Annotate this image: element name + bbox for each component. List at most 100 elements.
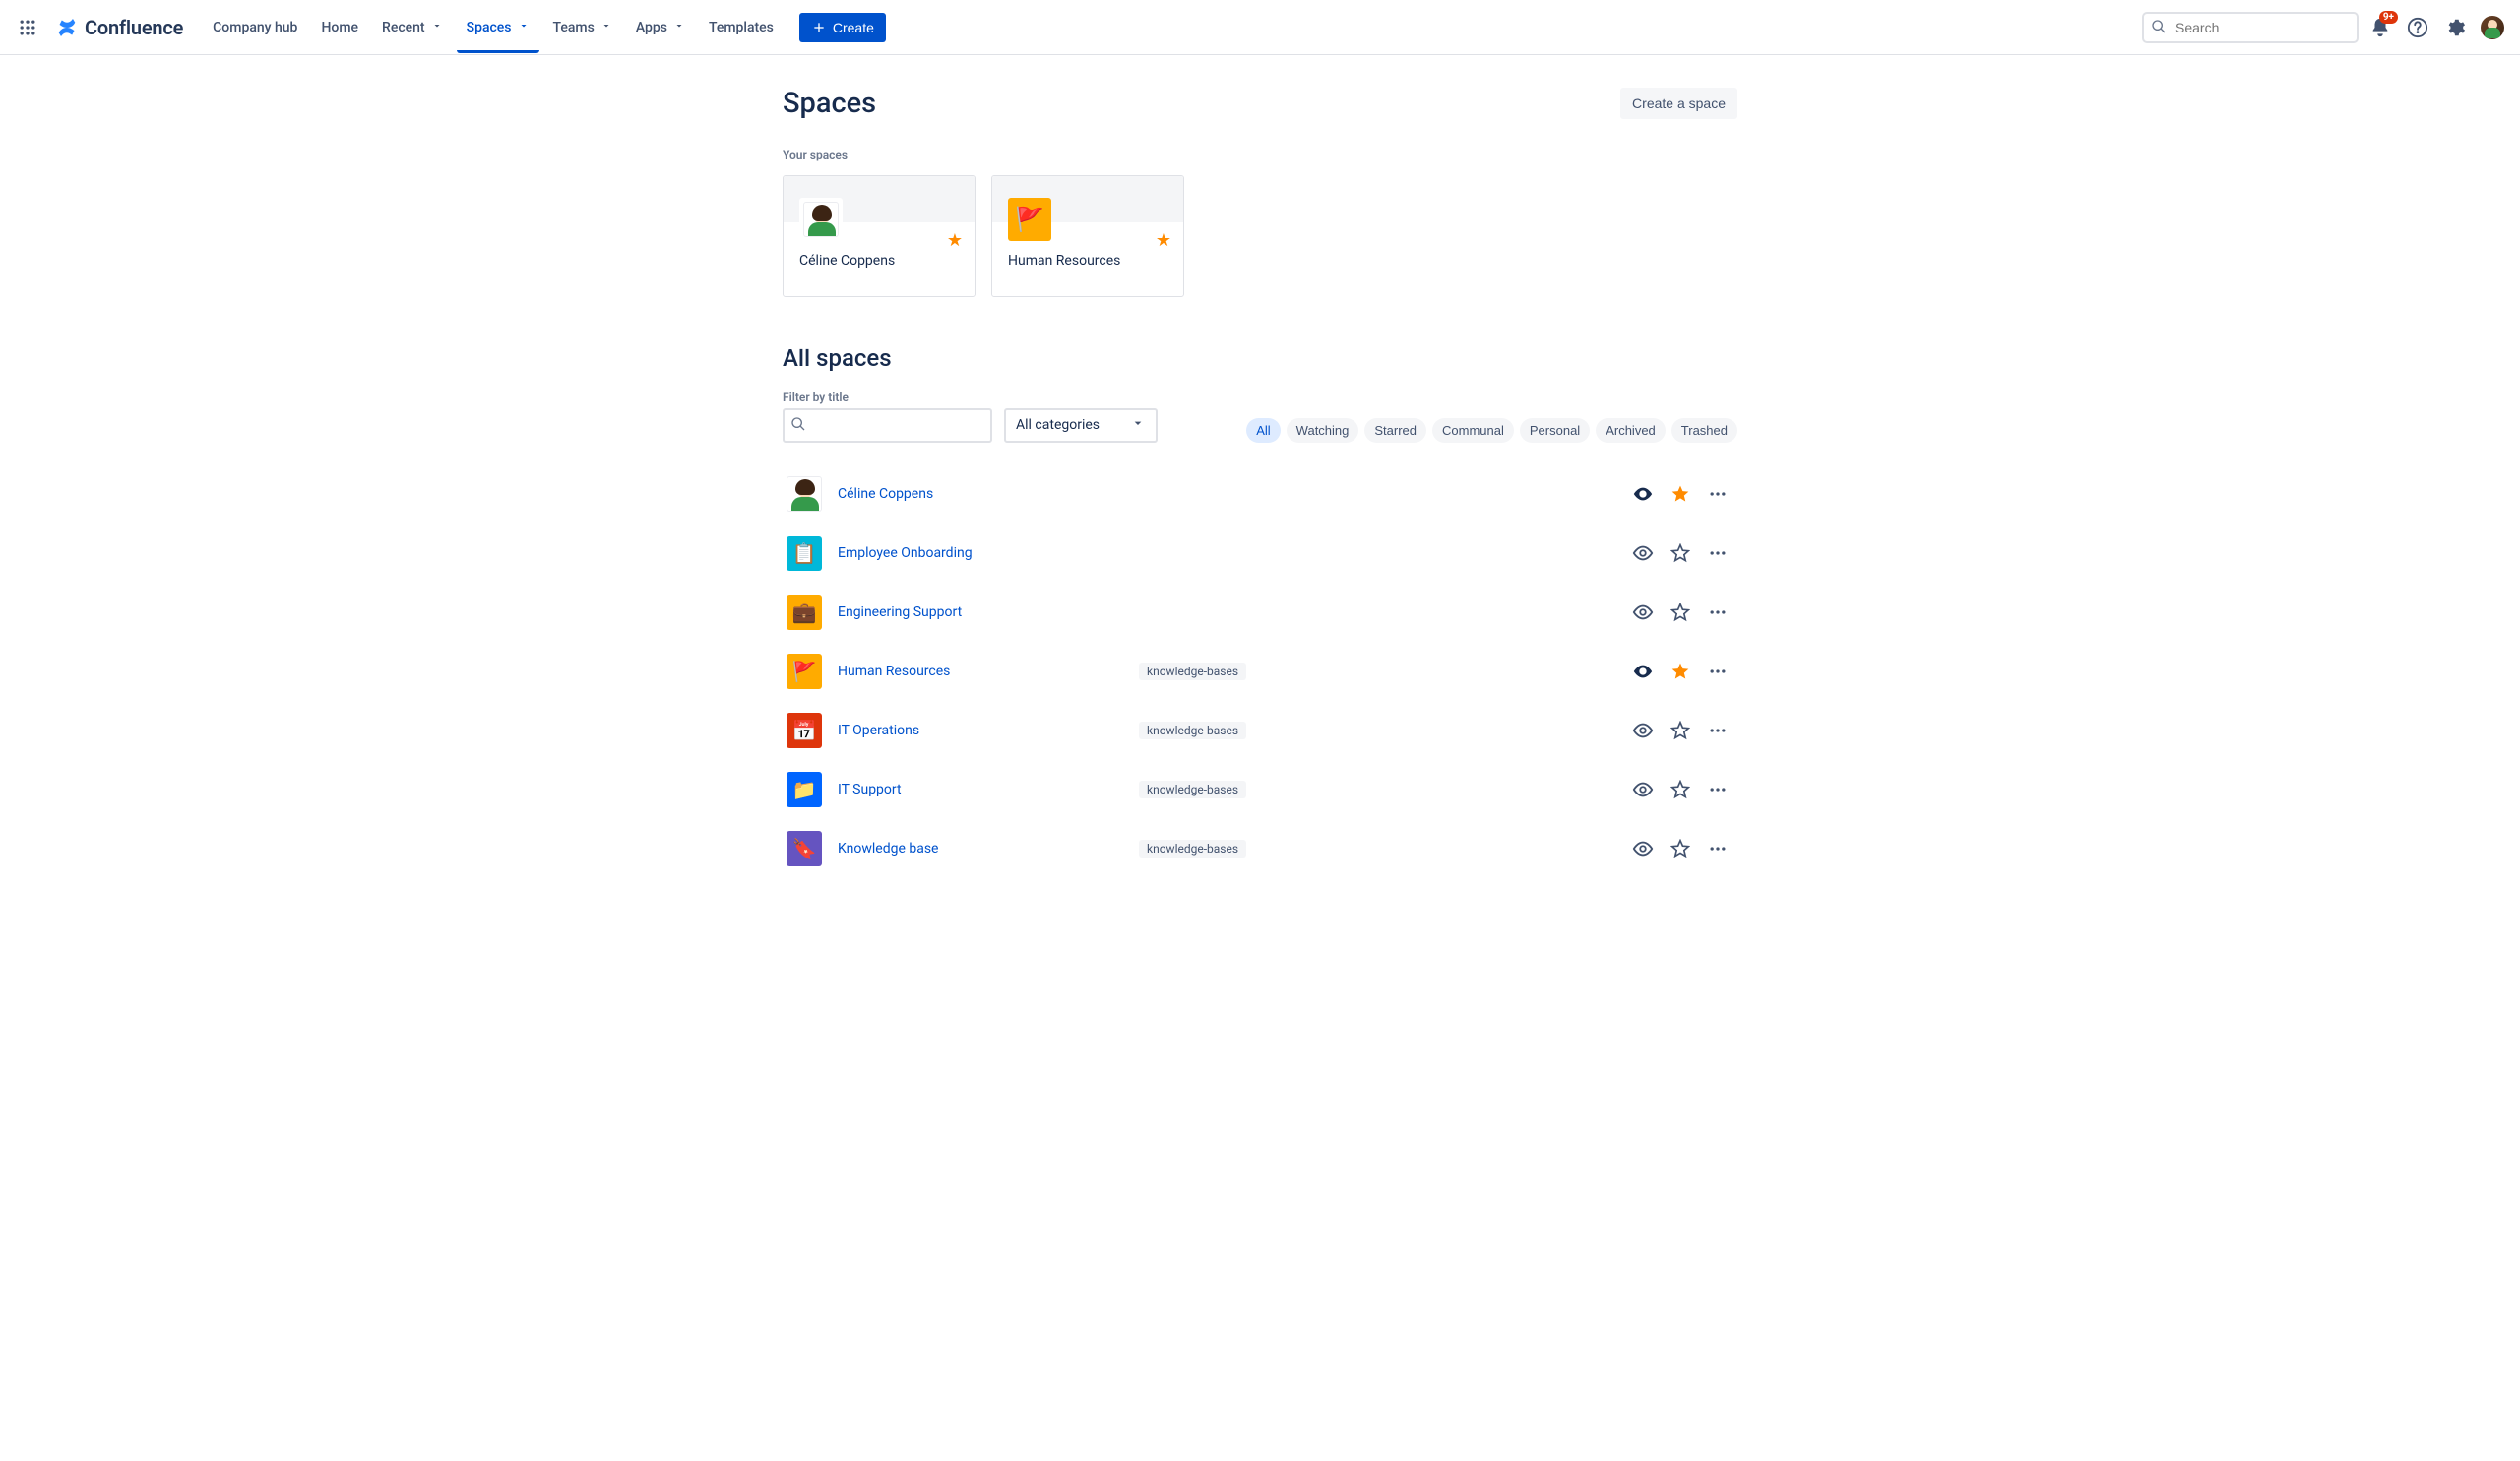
product-name: Confluence	[85, 16, 183, 39]
nav-left: Confluence Company hub Home RecentSpaces Te…	[12, 2, 886, 53]
star-button[interactable]	[1665, 538, 1696, 569]
more-actions-button[interactable]	[1702, 538, 1733, 569]
create-space-button[interactable]: Create a space	[1620, 88, 1737, 119]
nav-item-company-hub[interactable]: Company hub	[203, 2, 307, 53]
nav-item-label: Company hub	[213, 20, 297, 35]
space-icon: 🔖	[787, 831, 822, 866]
space-name-link[interactable]: Human Resources	[838, 664, 1123, 679]
create-label: Create	[833, 20, 874, 35]
chevron-down-icon	[600, 20, 612, 34]
watch-button[interactable]	[1627, 715, 1659, 746]
filter-pill-personal[interactable]: Personal	[1520, 418, 1590, 443]
filter-pill-trashed[interactable]: Trashed	[1671, 418, 1737, 443]
space-name-link[interactable]: Céline Coppens	[838, 486, 1123, 502]
space-tag: knowledge-bases	[1139, 840, 1246, 858]
star-button[interactable]	[1665, 656, 1696, 687]
watch-button[interactable]	[1627, 833, 1659, 864]
star-button[interactable]	[1665, 774, 1696, 805]
space-row: 📋Employee Onboarding	[783, 524, 1737, 583]
space-card[interactable]: ★ Céline Coppens	[783, 175, 976, 297]
nav-item-apps[interactable]: Apps	[626, 2, 695, 53]
filter-pill-starred[interactable]: Starred	[1364, 418, 1426, 443]
filters-row: Filter by title All categories AllWatchi…	[783, 390, 1737, 443]
your-spaces-cards: ★ Céline Coppens 🚩★Human Resources	[783, 175, 1737, 297]
category-selected-label: All categories	[1016, 417, 1100, 433]
top-nav: Confluence Company hub Home RecentSpaces Te…	[0, 0, 2520, 55]
filter-pills: All WatchingStarredCommunalPersonalArchiv…	[1246, 418, 1737, 443]
more-actions-button[interactable]	[1702, 715, 1733, 746]
app-switcher-icon[interactable]	[12, 12, 43, 43]
space-name-link[interactable]: IT Support	[838, 782, 1123, 797]
space-icon: 💼	[787, 595, 822, 630]
search-input[interactable]	[2142, 12, 2359, 43]
more-actions-button[interactable]	[1702, 833, 1733, 864]
nav-item-recent[interactable]: Recent	[372, 2, 453, 53]
watch-button[interactable]	[1627, 656, 1659, 687]
star-button[interactable]	[1665, 478, 1696, 510]
your-spaces-heading: Your spaces	[783, 148, 1737, 161]
star-button[interactable]	[1665, 715, 1696, 746]
space-icon: 📁	[787, 772, 822, 807]
confluence-logo[interactable]: Confluence	[47, 16, 191, 39]
space-name-link[interactable]: IT Operations	[838, 723, 1123, 738]
star-button[interactable]	[1665, 833, 1696, 864]
space-row: 📅IT Operationsknowledge-bases	[783, 701, 1737, 760]
space-row: 🔖 Knowledge base knowledge-bases	[783, 819, 1737, 878]
watch-button[interactable]	[1627, 597, 1659, 628]
card-header: ★	[784, 176, 975, 222]
chevron-down-icon	[1130, 415, 1146, 435]
chevron-down-icon	[673, 20, 685, 34]
nav-item-home[interactable]: Home	[311, 2, 368, 53]
create-button[interactable]: Create	[799, 13, 886, 42]
nav-item-spaces[interactable]: Spaces	[457, 2, 539, 53]
filter-title-input[interactable]	[783, 408, 992, 443]
space-row: 💼 Engineering Support	[783, 583, 1737, 642]
settings-button[interactable]	[2439, 12, 2471, 43]
space-card[interactable]: 🚩★Human Resources	[991, 175, 1184, 297]
nav-item-label: Apps	[636, 20, 667, 35]
filter-pill-communal[interactable]: Communal	[1432, 418, 1514, 443]
more-actions-button[interactable]	[1702, 774, 1733, 805]
watch-button[interactable]	[1627, 538, 1659, 569]
avatar	[2481, 16, 2504, 39]
space-name-link[interactable]: Engineering Support	[838, 604, 1123, 620]
confluence-icon	[55, 16, 79, 39]
notification-badge: 9+	[2379, 11, 2398, 24]
space-name-link[interactable]: Knowledge base	[838, 841, 1123, 857]
search-icon	[2151, 19, 2167, 38]
watch-button[interactable]	[1627, 774, 1659, 805]
row-actions	[1627, 656, 1733, 687]
watch-button[interactable]	[1627, 478, 1659, 510]
row-actions	[1627, 833, 1733, 864]
space-tag: knowledge-bases	[1139, 781, 1246, 798]
filter-pill-archived[interactable]: Archived	[1596, 418, 1666, 443]
help-button[interactable]	[2402, 12, 2433, 43]
row-actions	[1627, 715, 1733, 746]
nav-item-label: Home	[321, 20, 358, 35]
filter-input-wrap	[783, 408, 992, 443]
nav-item-teams[interactable]: Teams	[543, 2, 622, 53]
star-icon[interactable]: ★	[1156, 230, 1171, 251]
filter-pill-all[interactable]: All	[1246, 418, 1280, 443]
profile-button[interactable]	[2477, 12, 2508, 43]
space-card-name: Céline Coppens	[799, 253, 959, 269]
page-title: Spaces	[783, 87, 876, 120]
page-header: Spaces Create a space	[783, 87, 1737, 120]
person-avatar-icon	[787, 476, 822, 512]
notifications-button[interactable]: 9+	[2364, 12, 2396, 43]
more-actions-button[interactable]	[1702, 597, 1733, 628]
space-row: Céline Coppens	[783, 465, 1737, 524]
nav-item-label: Teams	[553, 20, 595, 35]
space-tag: knowledge-bases	[1139, 722, 1246, 739]
filter-pill-watching[interactable]: Watching	[1287, 418, 1359, 443]
star-button[interactable]	[1665, 597, 1696, 628]
nav-item-label: Templates	[709, 20, 774, 35]
more-actions-button[interactable]	[1702, 478, 1733, 510]
space-tag: knowledge-bases	[1139, 663, 1246, 680]
category-select[interactable]: All categories	[1004, 408, 1158, 443]
space-icon: 🚩	[787, 654, 822, 689]
more-actions-button[interactable]	[1702, 656, 1733, 687]
space-name-link[interactable]: Employee Onboarding	[838, 545, 1123, 561]
star-icon[interactable]: ★	[947, 230, 963, 251]
nav-item-templates[interactable]: Templates	[699, 2, 784, 53]
